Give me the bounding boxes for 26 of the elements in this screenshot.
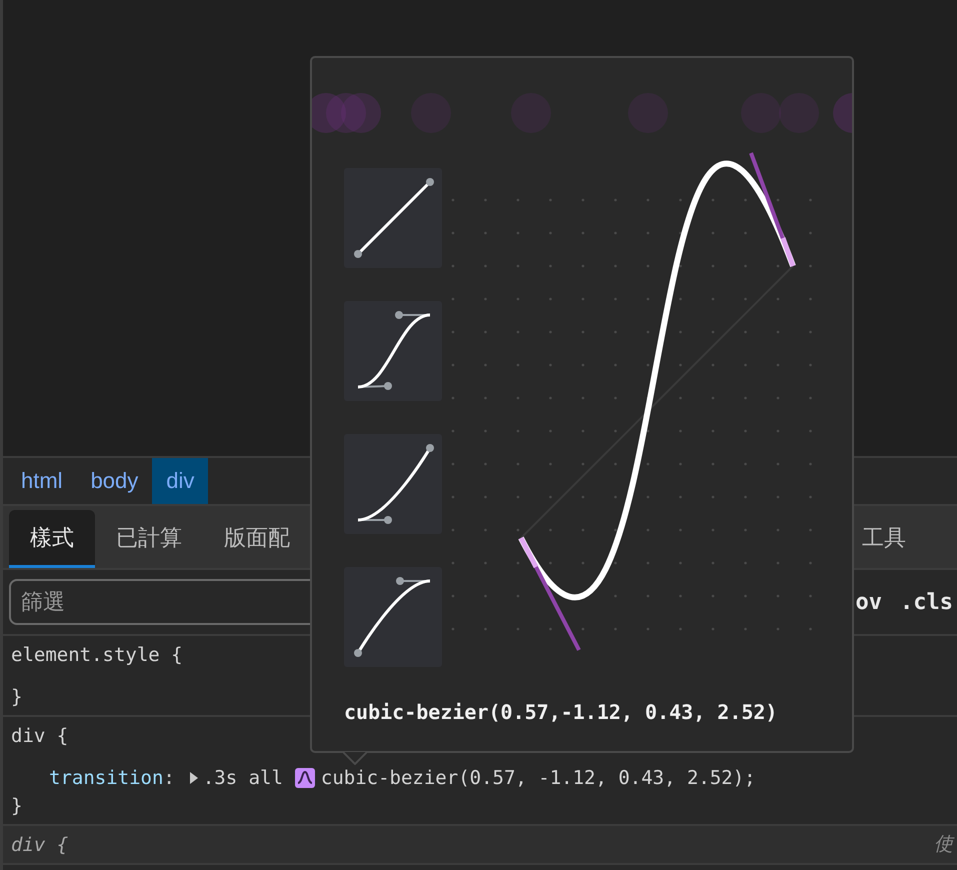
easing-swatch-icon[interactable] [294, 768, 315, 788]
breadcrumb-item[interactable]: body [76, 458, 152, 504]
breadcrumb-item[interactable]: div [152, 458, 208, 504]
easing-preset-button[interactable] [344, 168, 442, 268]
panel-tab[interactable]: 工具 [841, 510, 927, 568]
css-selector: element.style { [11, 643, 183, 668]
css-property: transition [49, 766, 164, 791]
panel-tab[interactable]: 版面配 [203, 510, 311, 568]
bezier-value-text: cubic-bezier(0.57,-1.12, 0.43, 2.52) [343, 700, 778, 724]
css-value: .3s all [202, 766, 283, 791]
css-value: cubic-bezier(0.57, -1.12, 0.43, 2.52); [320, 766, 756, 791]
breadcrumb-item[interactable]: html [7, 458, 77, 504]
easing-preset-button[interactable] [344, 567, 442, 667]
panel-tab[interactable]: 已計算 [95, 510, 203, 568]
easing-preset-button[interactable] [344, 434, 442, 534]
colon-text: : [163, 766, 175, 791]
play-icon[interactable] [188, 771, 199, 785]
panel-tab[interactable]: 樣式 [9, 510, 95, 568]
toggle-button[interactable]: ov [856, 590, 882, 614]
toggle-button[interactable]: .cls [900, 590, 953, 614]
css-selector: div { [11, 724, 68, 749]
closing-brace: } [11, 794, 22, 819]
rule-source: 使 [934, 833, 953, 857]
easing-preset-button[interactable] [344, 301, 442, 401]
css-selector: div { [11, 833, 68, 858]
closing-brace: } [11, 685, 22, 710]
